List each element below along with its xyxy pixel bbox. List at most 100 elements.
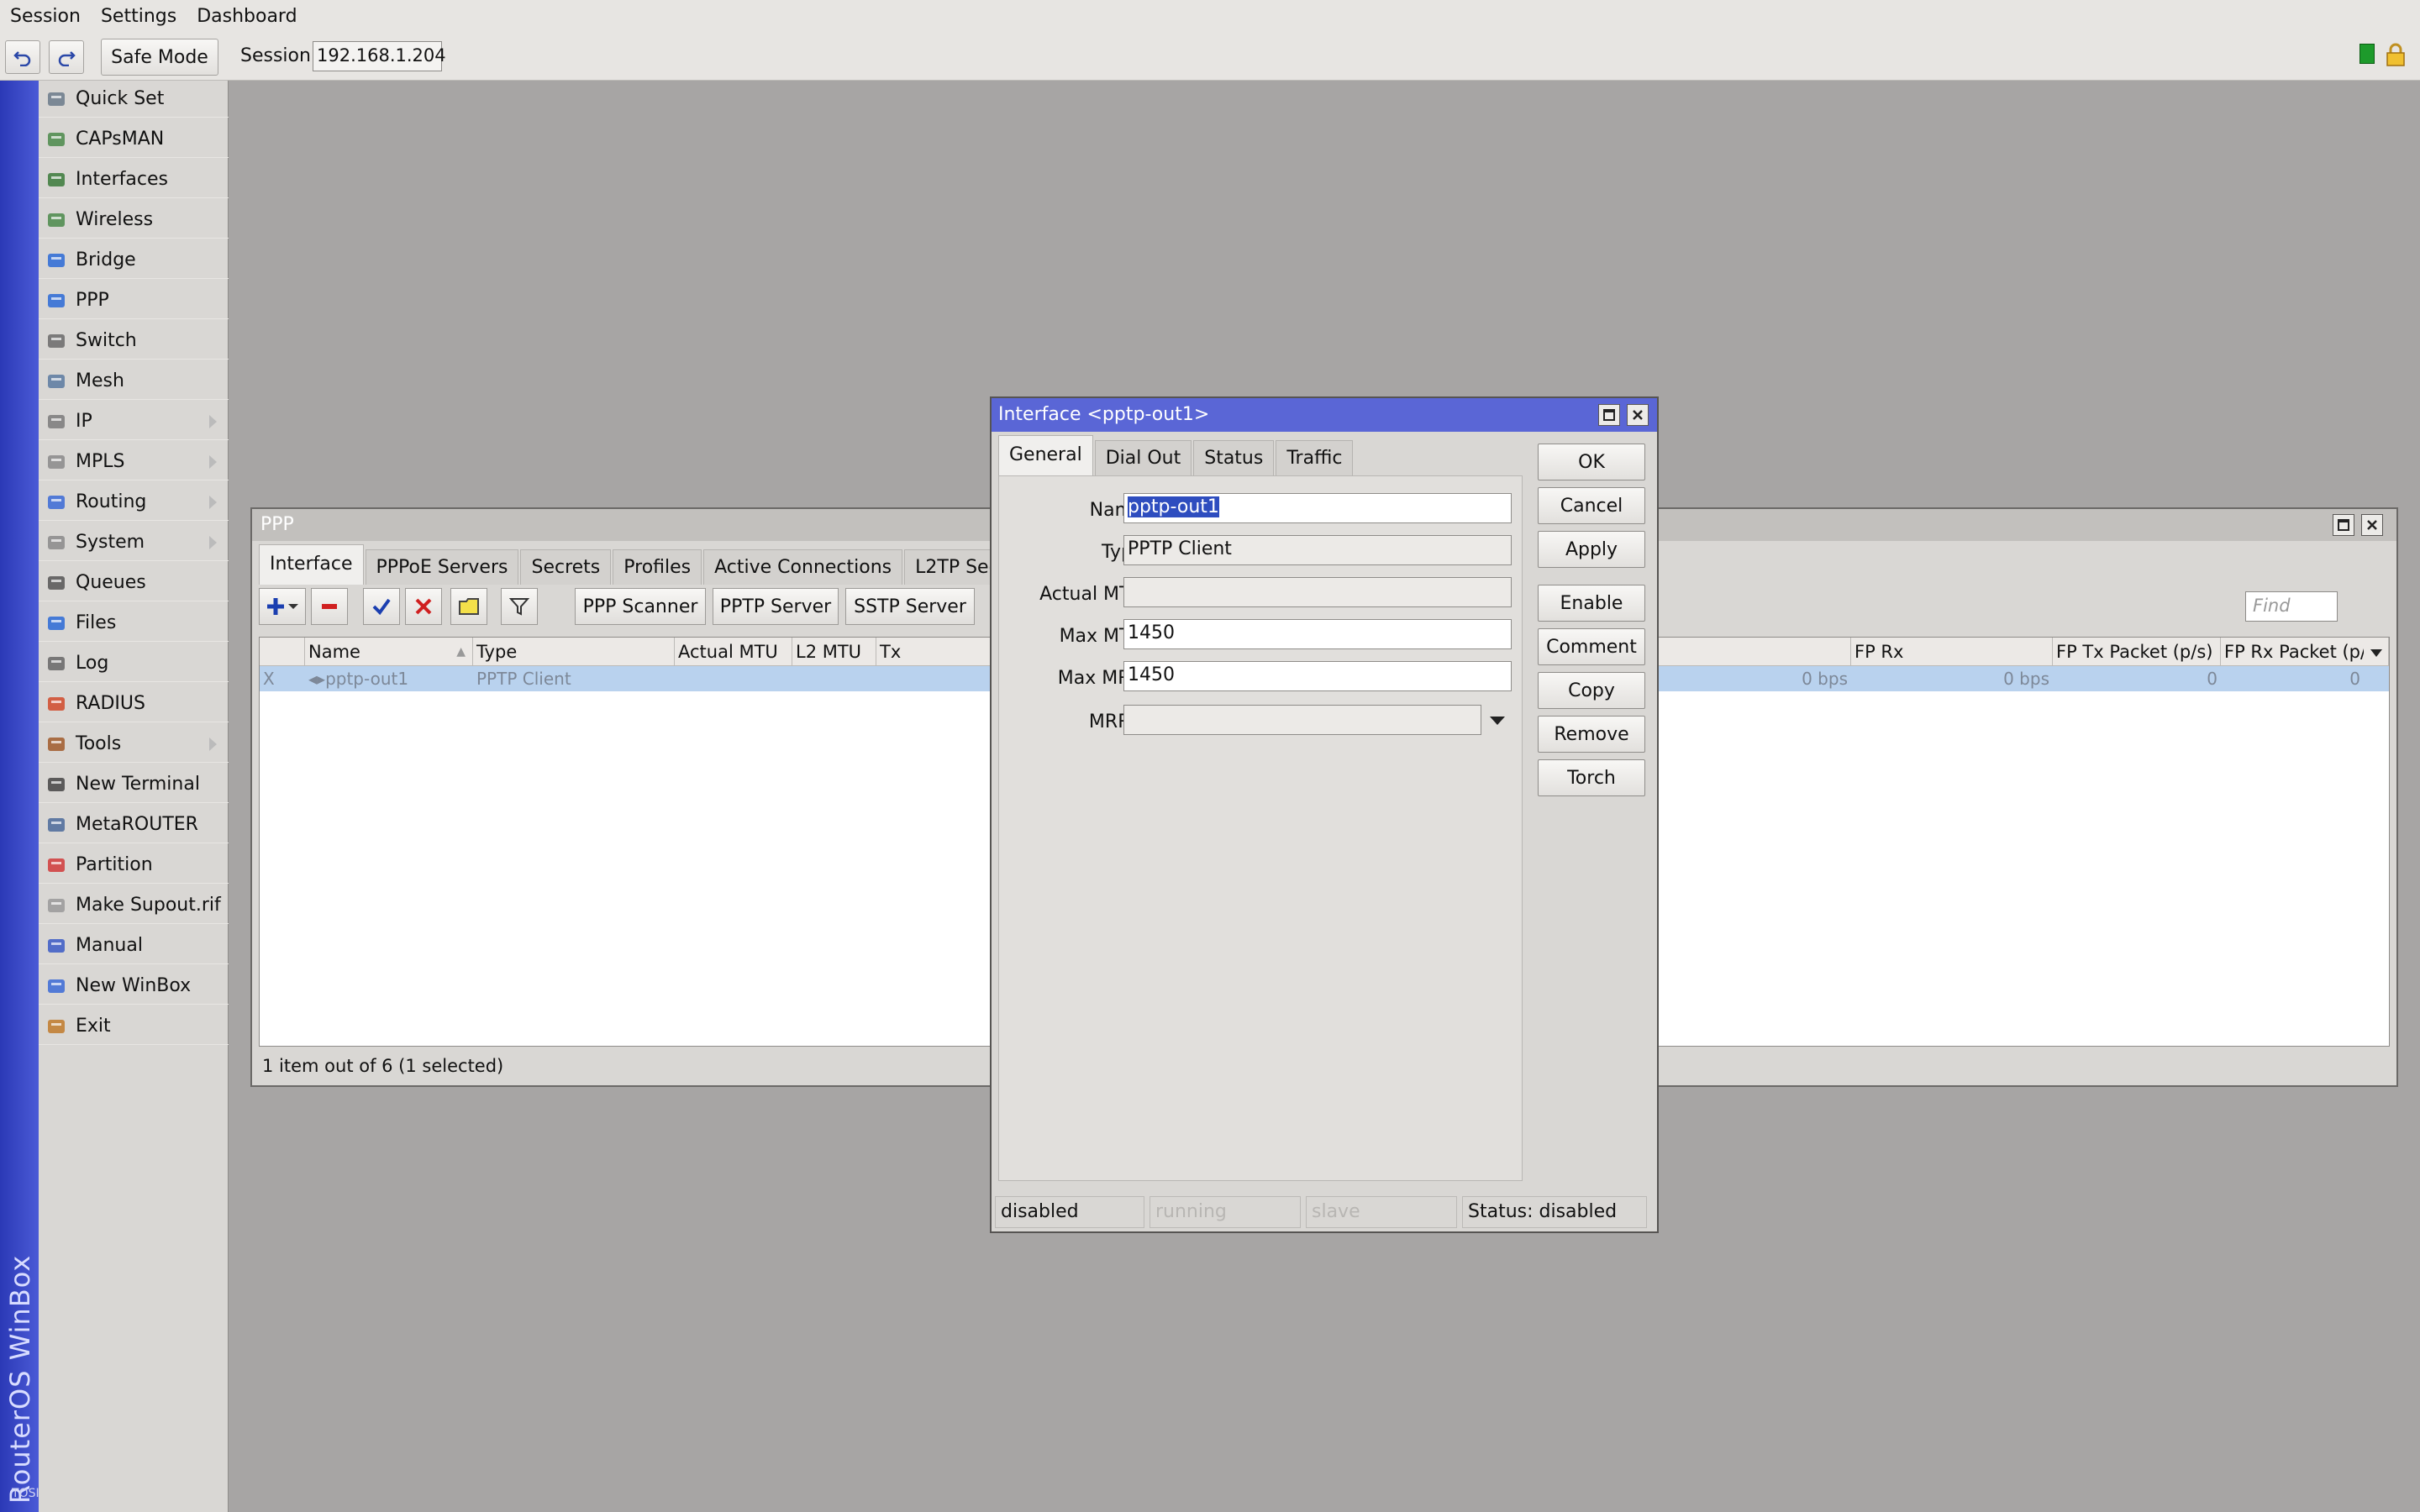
col-name[interactable]: Name ▲	[305, 638, 473, 666]
sidebar-item-label: System	[76, 532, 145, 553]
copy-button[interactable]: Copy	[1538, 672, 1645, 709]
sidebar-item-radius[interactable]: RADIUS	[39, 685, 229, 722]
menu-session[interactable]: Session	[0, 0, 91, 34]
ppp-close-button[interactable]	[2361, 514, 2383, 536]
comment-button[interactable]: Comment	[1538, 628, 1645, 665]
sidebar-item-label: New WinBox	[76, 975, 192, 996]
name-field[interactable]: pptp-out1	[1123, 493, 1512, 523]
mrru-field[interactable]	[1123, 705, 1481, 735]
menu-settings[interactable]: Settings	[91, 0, 187, 34]
ppp-maximize-button[interactable]	[2333, 514, 2354, 536]
col-fp-tx-packet[interactable]: FP Tx Packet (p/s)	[2053, 638, 2221, 666]
disable-button[interactable]	[405, 588, 442, 625]
sidebar-item-routing[interactable]: Routing	[39, 484, 229, 521]
ppp-icon	[44, 288, 69, 313]
sidebar-item-interfaces[interactable]: Interfaces	[39, 161, 229, 198]
sstp-server-button[interactable]: SSTP Server	[845, 588, 975, 625]
tab-dial-out[interactable]: Dial Out	[1094, 440, 1192, 475]
submenu-arrow-icon	[209, 536, 217, 549]
col-l2-mtu[interactable]: L2 MTU	[792, 638, 876, 666]
menu-dashboard[interactable]: Dashboard	[187, 0, 307, 34]
sidebar-item-switch[interactable]: Switch	[39, 323, 229, 360]
tab-pppoe-servers[interactable]: PPPoE Servers	[365, 549, 519, 585]
pptp-server-button[interactable]: PPTP Server	[713, 588, 839, 625]
wireless-icon	[44, 207, 69, 233]
tab-status[interactable]: Status	[1193, 440, 1275, 475]
max-mru-field[interactable]: 1450	[1123, 661, 1512, 691]
ok-button[interactable]: OK	[1538, 444, 1645, 480]
maximize-icon	[2338, 519, 2349, 531]
sidebar-item-tools[interactable]: Tools	[39, 726, 229, 763]
sidebar-item-ppp[interactable]: PPP	[39, 282, 229, 319]
dialog-close-button[interactable]	[1627, 404, 1649, 426]
col-flag[interactable]	[260, 638, 305, 666]
add-button[interactable]	[259, 588, 306, 625]
sidebar-item-queues[interactable]: Queues	[39, 564, 229, 601]
enable-button[interactable]: Enable	[1538, 585, 1645, 622]
mrru-dropdown-icon[interactable]	[1488, 715, 1507, 727]
sidebar-item-label: Partition	[76, 854, 153, 875]
sidebar-item-wireless[interactable]: Wireless	[39, 202, 229, 239]
remove-button[interactable]	[311, 588, 348, 625]
session-address-field[interactable]: 192.168.1.204	[313, 41, 446, 71]
col-actual-mtu[interactable]: Actual MTU	[675, 638, 792, 666]
tab-active-connections[interactable]: Active Connections	[703, 549, 903, 585]
sidebar-item-manual[interactable]: Manual	[39, 927, 229, 964]
safe-mode-button[interactable]: Safe Mode	[101, 39, 218, 76]
connection-status-indicator	[2360, 44, 2375, 64]
comment-button[interactable]	[450, 588, 487, 625]
sidebar-item-system[interactable]: System	[39, 524, 229, 561]
tab-secrets[interactable]: Secrets	[520, 549, 612, 585]
row-fp-rx: 0 bps	[2003, 669, 2049, 689]
col-fp-rx[interactable]: FP Rx	[1851, 638, 2053, 666]
sidebar-item-files[interactable]: Files	[39, 605, 229, 642]
enable-button[interactable]	[363, 588, 400, 625]
sidebar-item-mpls[interactable]: MPLS	[39, 444, 229, 480]
interface-dialog: Interface <pptp-out1> General Dial Out S…	[990, 396, 1659, 1233]
row-flag: X	[263, 669, 275, 689]
sidebar-item-label: Quick Set	[76, 88, 165, 109]
sidebar-item-metarouter[interactable]: MetaROUTER	[39, 806, 229, 843]
tab-traffic[interactable]: Traffic	[1276, 440, 1354, 475]
sidebar-item-quick-set[interactable]: Quick Set	[39, 81, 229, 118]
sidebar-item-label: Tools	[76, 733, 122, 754]
status-text: Status: disabled	[1462, 1196, 1647, 1228]
status-slave: slave	[1306, 1196, 1457, 1228]
sidebar-item-partition[interactable]: Partition	[39, 847, 229, 884]
undo-button[interactable]	[5, 40, 40, 74]
filter-button[interactable]	[501, 588, 538, 625]
plus-icon	[267, 598, 298, 615]
sidebar-item-new-winbox[interactable]: New WinBox	[39, 968, 229, 1005]
tab-profiles[interactable]: Profiles	[613, 549, 702, 585]
checkmark-icon	[372, 598, 391, 616]
terminal-icon	[44, 772, 69, 797]
dropdown-arrow-icon	[2370, 649, 2382, 657]
sidebar-item-bridge[interactable]: Bridge	[39, 242, 229, 279]
sidebar-item-label: Interfaces	[76, 169, 168, 190]
apply-button[interactable]: Apply	[1538, 531, 1645, 568]
sidebar-item-mesh[interactable]: Mesh	[39, 363, 229, 400]
sidebar-item-make-supout-rif[interactable]: Make Supout.rif	[39, 887, 229, 924]
sidebar-item-label: MPLS	[76, 451, 125, 472]
column-chooser-button[interactable]	[2364, 638, 2389, 666]
remove-button[interactable]: Remove	[1538, 716, 1645, 753]
sidebar-item-ip[interactable]: IP	[39, 403, 229, 440]
ppp-status-text: 1 item out of 6 (1 selected)	[262, 1056, 504, 1076]
comment-icon	[459, 598, 479, 615]
torch-button[interactable]: Torch	[1538, 759, 1645, 796]
sidebar-item-capsman[interactable]: CAPsMAN	[39, 121, 229, 158]
col-type[interactable]: Type	[473, 638, 675, 666]
sidebar-item-new-terminal[interactable]: New Terminal	[39, 766, 229, 803]
cancel-button[interactable]: Cancel	[1538, 487, 1645, 524]
sidebar-item-exit[interactable]: Exit	[39, 1008, 229, 1045]
row-fp-rx-packet: 0	[2349, 669, 2360, 689]
routing-icon	[44, 490, 69, 515]
ppp-scanner-button[interactable]: PPP Scanner	[575, 588, 706, 625]
find-input[interactable]: Find	[2245, 591, 2338, 622]
dialog-maximize-button[interactable]	[1598, 404, 1620, 426]
sidebar-item-log[interactable]: Log	[39, 645, 229, 682]
tab-general[interactable]: General	[998, 435, 1093, 475]
redo-button[interactable]	[49, 40, 84, 74]
max-mtu-field[interactable]: 1450	[1123, 619, 1512, 649]
tab-interface[interactable]: Interface	[259, 544, 364, 585]
